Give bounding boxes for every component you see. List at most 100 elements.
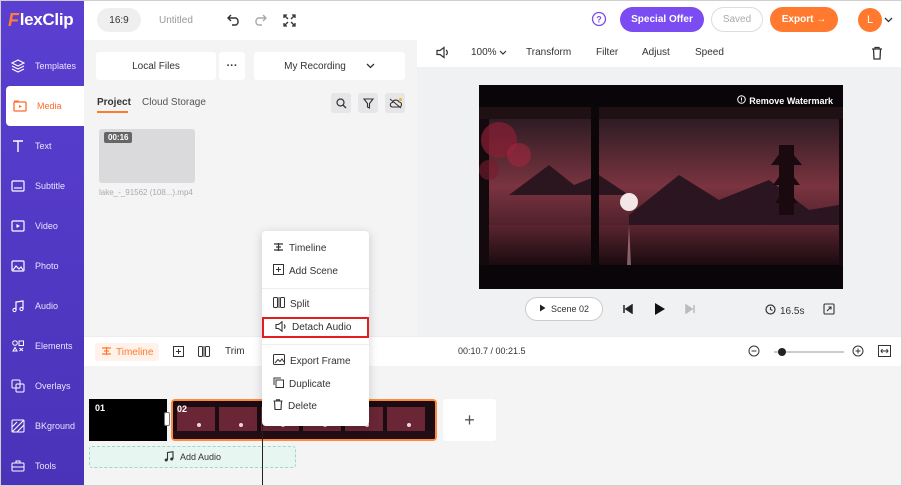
remove-watermark-label: Remove Watermark <box>749 95 833 106</box>
preview-area: Remove Watermark Scene 02 16.5s <box>417 67 901 336</box>
split-icon[interactable] <box>198 346 210 360</box>
menu-item-add-scene[interactable]: Add Scene <box>262 261 369 281</box>
search-icon[interactable] <box>331 93 351 113</box>
top-bar: 16:9 Untitled ? Special Offer Saved Expo… <box>84 0 902 40</box>
trash-icon[interactable] <box>871 46 883 63</box>
timeline-area: 01 02 + Add Audio <box>84 366 901 486</box>
sidebar-item-label: Tools <box>35 461 57 471</box>
add-scene-icon[interactable] <box>173 346 184 360</box>
zoom-in-icon[interactable] <box>852 345 864 360</box>
help-icon[interactable]: ? <box>591 11 607 30</box>
redo-icon[interactable] <box>251 11 269 29</box>
media-folder-icon <box>12 98 28 114</box>
undo-icon[interactable] <box>225 11 243 29</box>
sidebar-item-label: Media <box>37 101 62 111</box>
duration-label: 16.5s <box>780 305 805 317</box>
music-note-icon <box>164 450 174 464</box>
sidebar-item-label: Templates <box>35 61 77 71</box>
flexclip-logo[interactable]: FlexClip <box>0 0 84 40</box>
my-recording-dropdown[interactable]: My Recording <box>254 52 405 80</box>
speed-button[interactable]: Speed <box>695 47 724 58</box>
menu-item-label: Duplicate <box>289 378 331 390</box>
aspect-ratio-button[interactable]: 16:9 <box>97 8 141 32</box>
sidebar-item-overlays[interactable]: Overlays <box>0 366 84 406</box>
tab-project[interactable]: Project <box>97 97 131 108</box>
sidebar-item-elements[interactable]: Elements <box>0 326 84 366</box>
local-files-button[interactable]: Local Files <box>96 52 216 80</box>
zoom-out-icon[interactable] <box>748 345 760 360</box>
clip-label: 02 <box>177 404 188 414</box>
cloud-off-icon[interactable] <box>385 93 405 113</box>
sidebar-item-subtitle[interactable]: Subtitle <box>0 166 84 206</box>
sidebar-item-templates[interactable]: Templates <box>0 46 84 86</box>
special-offer-button[interactable]: Special Offer <box>620 7 704 32</box>
scene-label: Scene 02 <box>550 304 590 314</box>
sidebar: FlexClip Templates Media Text Subtitle V… <box>0 0 84 486</box>
fit-timeline-icon[interactable] <box>878 345 891 360</box>
sidebar-item-label: BKground <box>35 421 76 431</box>
svg-text:?: ? <box>596 15 602 25</box>
menu-item-detach-audio[interactable]: Detach Audio <box>262 317 369 338</box>
layers-icon <box>10 58 26 74</box>
adjust-button[interactable]: Adjust <box>642 47 670 58</box>
delete-icon <box>273 399 283 413</box>
more-options-button[interactable]: ··· <box>219 52 245 80</box>
media-thumbnail[interactable]: 00:16 <box>99 129 195 183</box>
add-scene-button[interactable]: + <box>443 399 496 441</box>
timeline-time: 00:10.7 / 00:21.5 <box>458 346 526 356</box>
sidebar-item-text[interactable]: Text <box>0 126 84 166</box>
menu-item-label: Export Frame <box>290 355 351 367</box>
scene-duration[interactable]: 16.5s <box>765 304 804 318</box>
sidebar-item-media[interactable]: Media <box>6 86 84 126</box>
saved-button[interactable]: Saved <box>711 7 763 32</box>
remove-watermark-button[interactable]: Remove Watermark <box>737 95 833 106</box>
menu-divider <box>262 344 369 345</box>
fullscreen-icon[interactable] <box>281 11 299 29</box>
volume-icon[interactable] <box>436 46 450 62</box>
menu-divider <box>262 288 369 289</box>
sidebar-item-label: Video <box>35 221 58 231</box>
previous-icon[interactable] <box>623 303 633 317</box>
play-main-icon[interactable] <box>654 302 666 319</box>
sidebar-item-bkground[interactable]: BKground <box>0 406 84 446</box>
next-icon[interactable] <box>685 303 695 317</box>
menu-item-export-frame[interactable]: Export Frame <box>262 351 369 371</box>
thumbnail-filename: lake_-_91562 (108...).mp4 <box>99 188 193 197</box>
sidebar-item-audio[interactable]: Audio <box>0 286 84 326</box>
filter-icon[interactable] <box>358 93 378 113</box>
export-button[interactable]: Export → <box>770 7 838 32</box>
sidebar-item-video[interactable]: Video <box>0 206 84 246</box>
my-recording-label: My Recording <box>284 60 346 72</box>
timeline-toggle-button[interactable]: Timeline <box>95 343 160 361</box>
add-audio-button[interactable]: Add Audio <box>89 446 296 468</box>
zoom-dropdown[interactable]: 100% <box>471 47 507 58</box>
zoom-slider-knob[interactable] <box>778 348 786 356</box>
tab-cloud-storage[interactable]: Cloud Storage <box>142 97 206 108</box>
filter-button[interactable]: Filter <box>596 47 618 58</box>
transform-button[interactable]: Transform <box>526 47 571 58</box>
scene-play-button[interactable]: Scene 02 <box>525 297 603 321</box>
menu-item-label: Detach Audio <box>292 322 352 333</box>
menu-item-duplicate[interactable]: Duplicate <box>262 374 369 394</box>
avatar[interactable]: L <box>858 8 882 32</box>
menu-item-split[interactable]: Split <box>262 294 369 314</box>
context-menu: Timeline Add Scene Split Detach Audio Ex… <box>262 231 369 426</box>
logo-text: lexClip <box>19 10 74 29</box>
split-icon <box>273 297 285 311</box>
trim-button[interactable]: Trim <box>225 346 245 357</box>
project-title[interactable]: Untitled <box>159 15 193 26</box>
expand-preview-icon[interactable] <box>823 303 835 318</box>
sidebar-item-photo[interactable]: Photo <box>0 246 84 286</box>
menu-item-delete[interactable]: Delete <box>262 396 369 416</box>
add-scene-icon <box>273 264 284 278</box>
menu-item-timeline[interactable]: Timeline <box>262 238 369 258</box>
scene-clip-01[interactable]: 01 <box>89 399 167 441</box>
sidebar-item-tools[interactable]: Tools <box>0 446 84 486</box>
timeline-toolbar: Timeline Trim 00:10.7 / 00:21.5 <box>84 336 901 366</box>
video-preview[interactable]: Remove Watermark <box>479 85 843 289</box>
timeline-icon <box>101 346 112 359</box>
tools-icon <box>10 458 26 474</box>
clip-resize-handle[interactable] <box>164 412 170 426</box>
chevron-down-icon[interactable] <box>884 14 893 26</box>
preview-toolbar: 100% Transform Filter Adjust Speed <box>427 40 901 67</box>
